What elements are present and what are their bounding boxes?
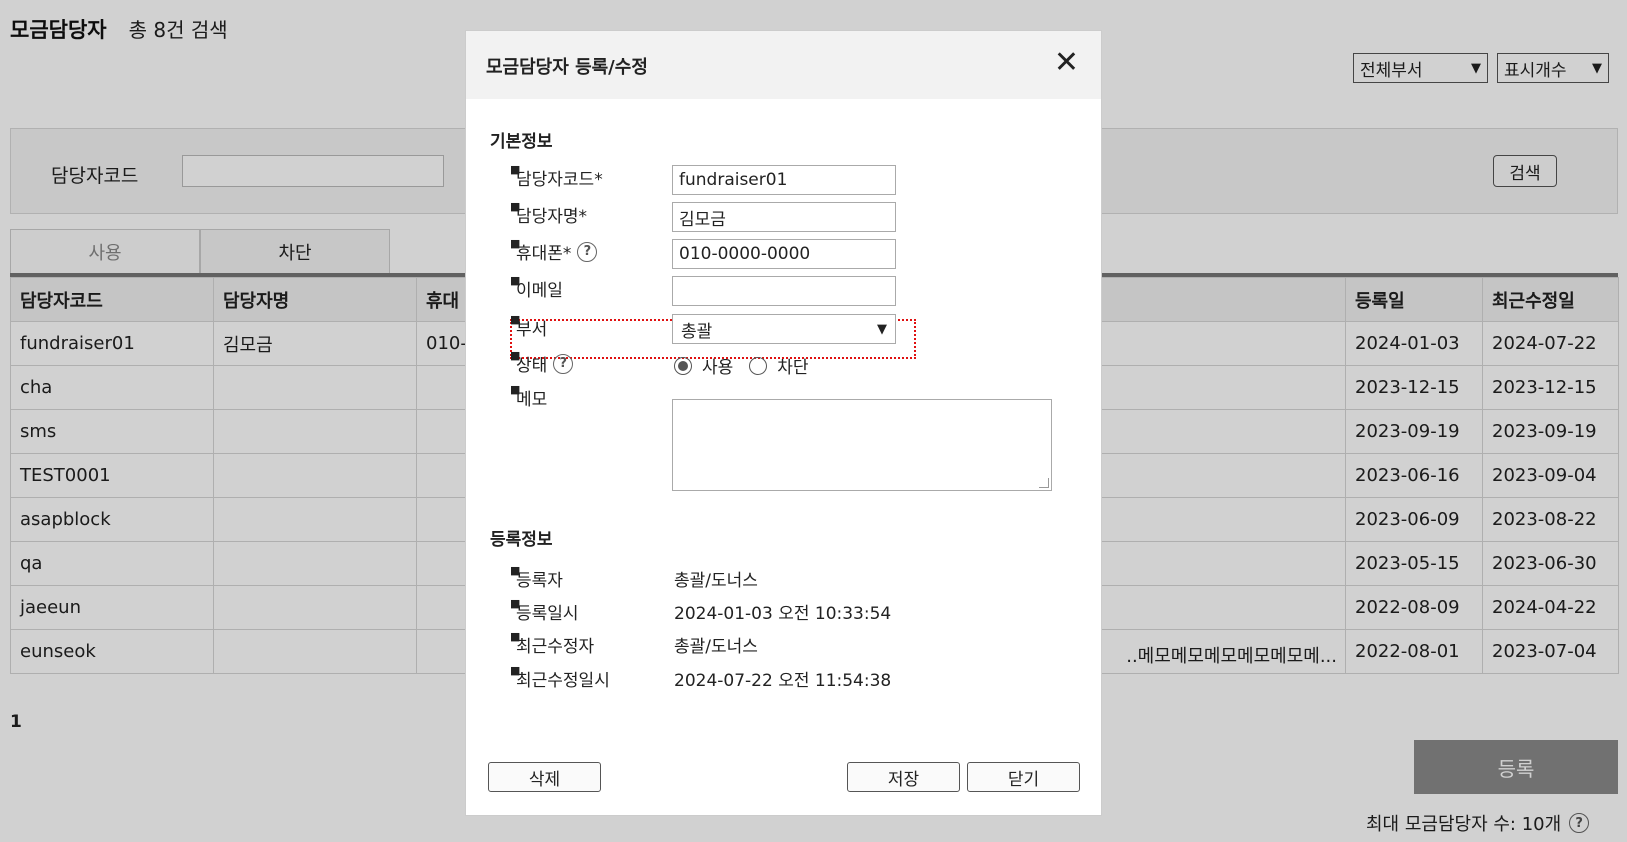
status-use-radio[interactable] [674, 356, 692, 375]
code-row: ■ 담당자코드* [510, 163, 603, 190]
help-icon[interactable]: ? [553, 353, 574, 374]
bullet-icon: ■ [510, 313, 521, 326]
mod-time-value: 2024-07-22 오전 11:54:38 [674, 671, 892, 691]
delete-button[interactable]: 삭제 [488, 762, 601, 792]
phone-label-group: 휴대폰* ? [516, 239, 598, 264]
status-radio-group: 사용 차단 [674, 353, 809, 378]
help-icon[interactable]: ? [577, 241, 598, 262]
phone-row: ■ 휴대폰* ? [510, 237, 598, 264]
status-row: ■ 상태 ? [510, 349, 574, 376]
email-row: ■ 이메일 [510, 274, 563, 301]
close-icon[interactable]: ✕ [1054, 45, 1079, 80]
status-label: 상태 [516, 356, 548, 376]
chevron-down-icon: ▼ [877, 321, 887, 337]
modifier-label: 최근수정자 [516, 637, 595, 657]
registrant-label: 등록자 [516, 571, 563, 591]
status-block-radio[interactable] [749, 356, 768, 375]
modifier-row: ■ 최근수정자 [510, 630, 595, 657]
reg-time-label: 등록일시 [516, 604, 579, 624]
bullet-icon: ■ [510, 349, 521, 362]
status-use-label[interactable]: 사용 [702, 353, 733, 378]
reg-info-title: 등록정보 [490, 530, 553, 550]
phone-input[interactable]: 010-0000-0000 [672, 239, 896, 269]
reg-time-value: 2024-01-03 오전 10:33:54 [674, 604, 892, 624]
status-block-label[interactable]: 차단 [777, 353, 808, 378]
department-value: 총괄 [681, 321, 713, 342]
registrant-value: 총괄/도너스 [674, 571, 758, 591]
code-input[interactable]: fundraiser01 [672, 165, 896, 195]
department-row: ■ 부서 [510, 313, 548, 340]
mod-time-label: 최근수정일시 [516, 671, 610, 691]
bullet-icon: ■ [510, 597, 521, 610]
bullet-icon: ■ [510, 200, 521, 213]
name-input[interactable]: 김모금 [672, 202, 896, 232]
memo-row: ■ 메모 [510, 383, 548, 410]
name-label: 담당자명* [516, 207, 588, 227]
fundraiser-edit-modal: 모금담당자 등록/수정 ✕ 기본정보 ■ 담당자코드* fundraiser01… [465, 30, 1102, 816]
modifier-value: 총괄/도너스 [674, 637, 758, 657]
code-label: 담당자코드* [516, 170, 603, 190]
memo-label: 메모 [516, 390, 548, 410]
bullet-icon: ■ [510, 564, 521, 577]
department-select[interactable]: 총괄 ▼ [672, 314, 896, 344]
email-input[interactable] [672, 276, 896, 306]
bullet-icon: ■ [510, 163, 521, 176]
modal-title: 모금담당자 등록/수정 [486, 57, 648, 78]
registrant-row: ■ 등록자 [510, 564, 563, 591]
memo-textarea[interactable] [672, 399, 1052, 491]
bullet-icon: ■ [510, 664, 521, 677]
reg-time-row: ■ 등록일시 [510, 597, 579, 624]
name-row: ■ 담당자명* [510, 200, 588, 227]
modal-header: 모금담당자 등록/수정 ✕ [466, 31, 1101, 99]
save-button[interactable]: 저장 [847, 762, 960, 792]
mod-time-row: ■ 최근수정일시 [510, 664, 610, 691]
department-label: 부서 [516, 320, 548, 340]
bullet-icon: ■ [510, 630, 521, 643]
bullet-icon: ■ [510, 383, 521, 396]
email-label: 이메일 [516, 281, 563, 301]
resize-handle-icon[interactable] [1039, 478, 1049, 488]
basic-info-title: 기본정보 [490, 132, 553, 152]
bullet-icon: ■ [510, 274, 521, 287]
phone-label: 휴대폰* [516, 244, 572, 264]
status-label-group: 상태 ? [516, 351, 574, 376]
close-button[interactable]: 닫기 [967, 762, 1080, 792]
bullet-icon: ■ [510, 237, 521, 250]
